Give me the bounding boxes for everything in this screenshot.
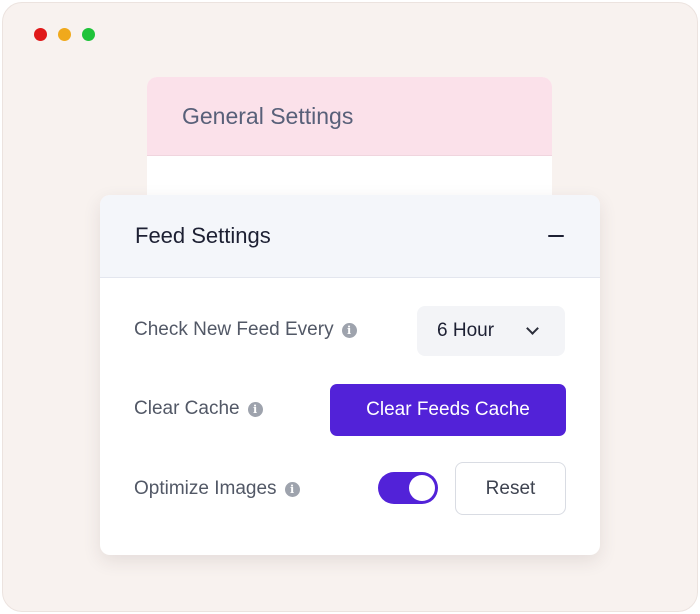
optimize-images-label: Optimize Images <box>134 478 277 499</box>
feed-settings-card: Feed Settings Check New Feed Every i 6 H… <box>100 195 600 555</box>
check-feed-row: Check New Feed Every i <box>134 319 357 341</box>
feed-interval-value: 6 Hour <box>437 320 495 341</box>
general-settings-title: General Settings <box>182 102 354 129</box>
minimize-window-button[interactable] <box>58 28 71 41</box>
optimize-images-row: Optimize Images i <box>134 478 300 500</box>
info-icon[interactable]: i <box>284 481 300 497</box>
minus-icon[interactable] <box>548 235 564 237</box>
feed-interval-select[interactable]: 6 Hour <box>417 306 565 356</box>
check-feed-label: Check New Feed Every <box>134 319 334 340</box>
maximize-window-button[interactable] <box>82 28 95 41</box>
general-settings-header[interactable]: General Settings <box>147 77 552 156</box>
general-settings-card: General Settings <box>147 77 552 207</box>
optimize-images-toggle[interactable] <box>378 472 438 504</box>
reset-button[interactable]: Reset <box>455 462 566 515</box>
info-icon[interactable]: i <box>341 322 357 338</box>
close-window-button[interactable] <box>34 28 47 41</box>
info-icon[interactable]: i <box>247 401 263 417</box>
chevron-down-icon <box>526 322 539 335</box>
clear-feeds-cache-button[interactable]: Clear Feeds Cache <box>330 384 566 436</box>
toggle-knob <box>409 475 435 501</box>
feed-settings-header[interactable]: Feed Settings <box>100 195 600 278</box>
clear-cache-row: Clear Cache i <box>134 398 263 420</box>
clear-cache-label: Clear Cache <box>134 398 240 419</box>
feed-settings-title: Feed Settings <box>135 223 271 248</box>
